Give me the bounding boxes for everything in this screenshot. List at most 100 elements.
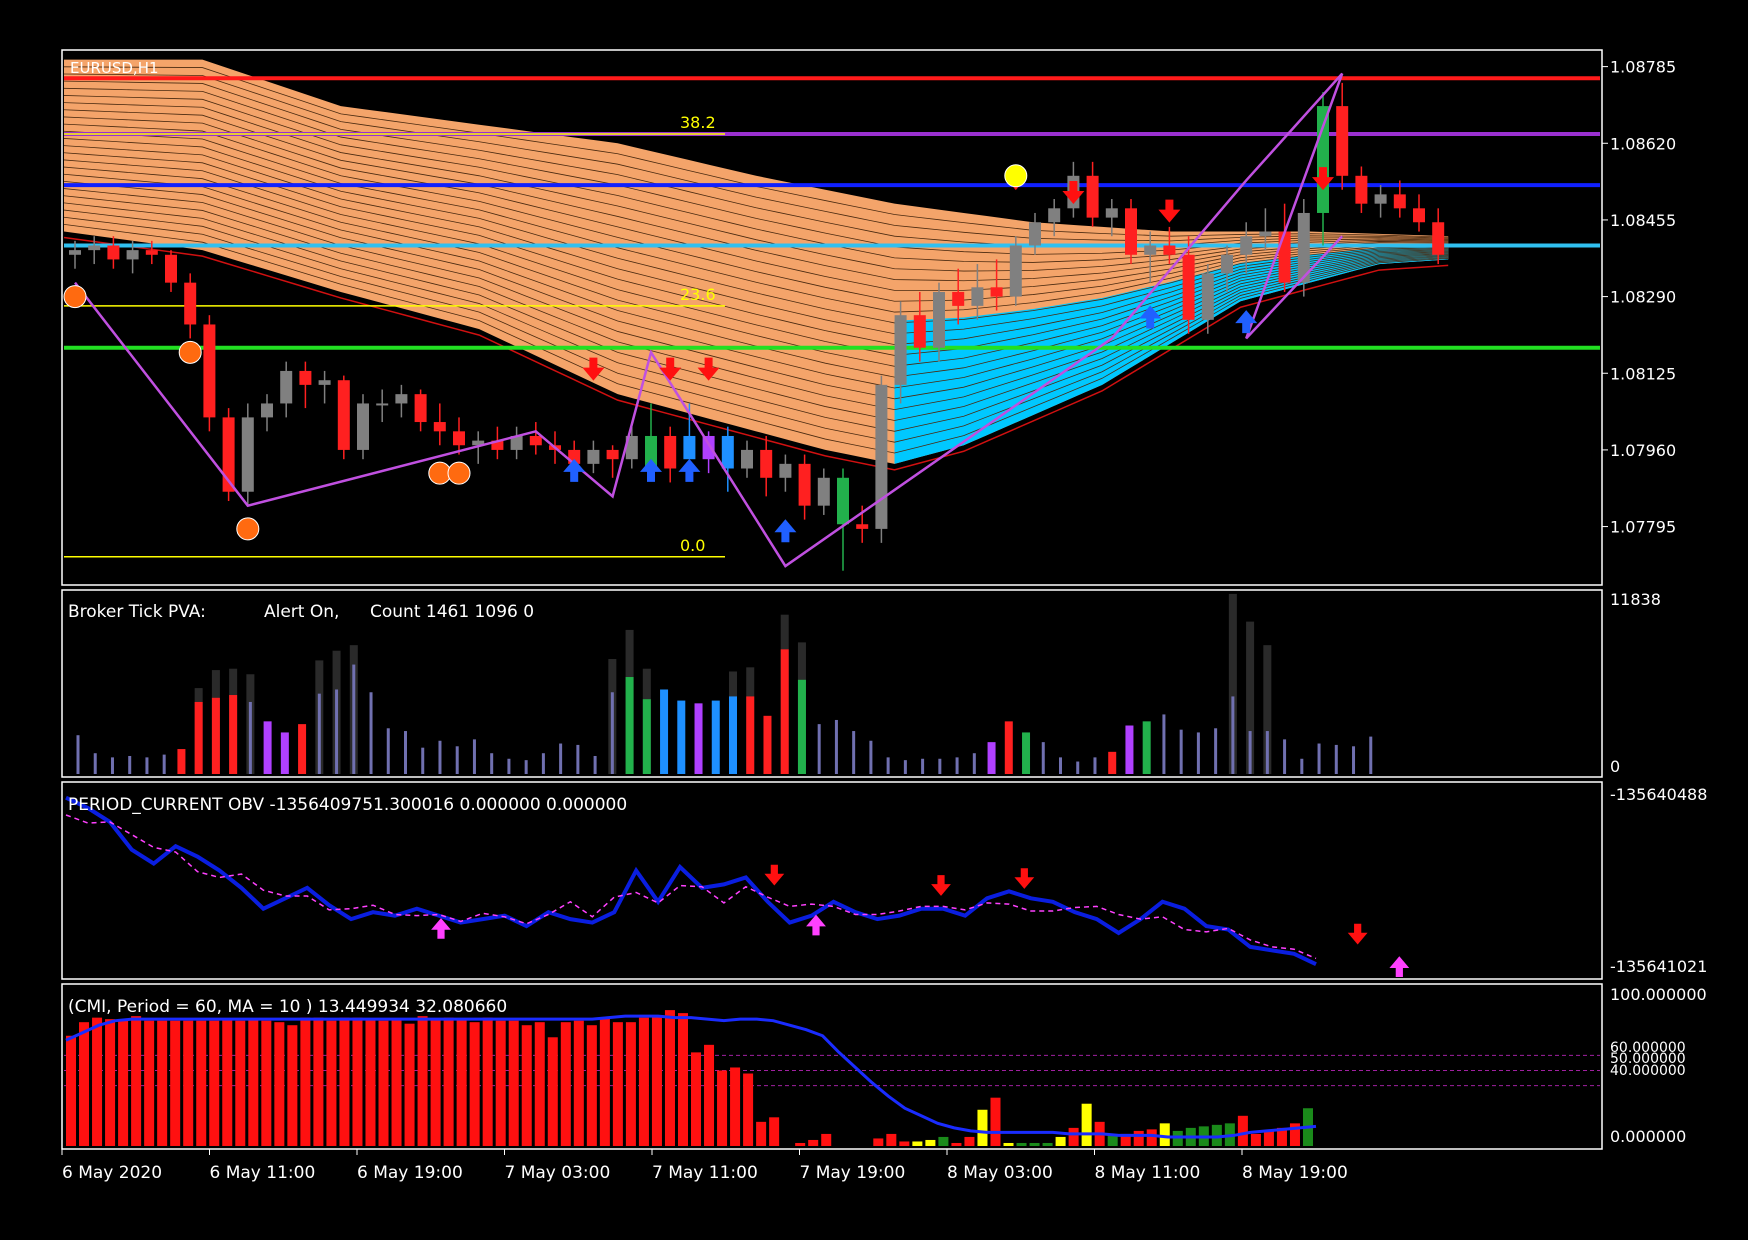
candle-body [395, 394, 408, 404]
candle-body [683, 435, 696, 460]
cmi-bar [560, 1022, 571, 1146]
cmi-bar [691, 1052, 702, 1146]
time-axis-label: 7 May 03:00 [505, 1163, 611, 1183]
pva-bar [524, 760, 528, 774]
cmi-bar [209, 1020, 220, 1146]
signal-circle [1004, 164, 1028, 188]
trading-chart[interactable]: 38.2 23.6 0.0 1.08785 1.08620 1.08455 1.08290… [0, 0, 1748, 1240]
candle-body [299, 370, 312, 385]
pva-axis-top: 11838 [1610, 590, 1661, 609]
cmi-bar [951, 1142, 962, 1146]
pva-alert: Alert On, [264, 602, 339, 622]
pva-bar [625, 677, 634, 774]
cmi-bar [1003, 1142, 1014, 1146]
pva-bar [1022, 732, 1031, 774]
candle-body [126, 250, 139, 260]
candle-body [88, 245, 101, 251]
pva-bar [1317, 743, 1321, 774]
obv-axis-top: -135640488 [1610, 785, 1707, 804]
time-axis-label: 6 May 2020 [62, 1163, 162, 1183]
cmi-bar [821, 1133, 832, 1146]
pva-axis-bottom: 0 [1610, 757, 1620, 776]
pva-bar [1162, 714, 1166, 774]
candle-body [606, 449, 619, 460]
pva-bar [194, 701, 203, 774]
cmi-bar [105, 1019, 116, 1146]
pva-bar [1231, 696, 1235, 774]
pva-bar [280, 732, 289, 774]
candle-body [1259, 231, 1272, 237]
pva-bar [1076, 761, 1080, 774]
cmi-bar [1133, 1130, 1144, 1146]
candle-body [837, 477, 849, 525]
pva-bar [1108, 751, 1117, 774]
pva-bar [694, 703, 703, 774]
pva-bar [711, 700, 720, 774]
candle-body [856, 524, 869, 529]
candle-body [1413, 208, 1425, 223]
cmi-bar [938, 1136, 949, 1146]
pva-bar [729, 696, 737, 774]
cmi-bar [990, 1097, 1001, 1146]
cmi-bar [899, 1141, 910, 1146]
cmi-bar [743, 1073, 754, 1146]
candle-body [933, 291, 945, 348]
cmi-bar [352, 1017, 363, 1146]
candle-body [1029, 222, 1041, 246]
cmi-bar [573, 1020, 584, 1146]
pva-bar [128, 755, 132, 774]
pva-bar [455, 746, 459, 774]
time-axis-label: 6 May 19:00 [357, 1163, 463, 1183]
cmi-bar [1042, 1142, 1053, 1146]
cmi-bar [756, 1121, 767, 1146]
pva-bar [852, 731, 856, 774]
candle-body [241, 417, 254, 492]
pva-bar [335, 689, 339, 774]
candle-body [184, 282, 197, 325]
cmi-bar [1250, 1133, 1261, 1146]
pva-bar [834, 719, 838, 774]
cmi-bar [378, 1020, 389, 1146]
cmi-bar [912, 1141, 923, 1146]
pva-bar [780, 649, 789, 774]
cmi-bar [131, 1016, 142, 1146]
cmi-bar [417, 1016, 428, 1146]
pva-bar [797, 679, 806, 774]
price-axis-label: 1.08290 [1610, 288, 1676, 307]
cmi-bar [1068, 1127, 1079, 1146]
cmi-bar [261, 1020, 272, 1146]
pva-bar [1196, 732, 1200, 774]
cmi-bar [313, 1017, 324, 1146]
cmi-bar [144, 1020, 155, 1146]
pva-bar [1214, 728, 1218, 774]
cmi-bar [1263, 1130, 1274, 1146]
cmi-bar [1016, 1142, 1027, 1146]
cmi-bar [482, 1017, 493, 1146]
cmi-bar [664, 1010, 675, 1146]
pva-bar [541, 753, 545, 774]
candle-body [433, 422, 446, 432]
pva-bar [386, 728, 390, 774]
candle-body [1048, 208, 1061, 223]
cmi-label: (CMI, Period = 60, MA = 10 ) 13.449934 3… [68, 997, 507, 1017]
pva-bar [1059, 757, 1062, 774]
cmi-bar [730, 1067, 741, 1146]
cmi-bar [300, 1017, 311, 1146]
candle-body [1105, 208, 1118, 218]
fib-label-1: 23.6 [680, 285, 716, 304]
cmi-bar [508, 1020, 519, 1146]
pva-label: Broker Tick PVA: [68, 602, 206, 622]
candle-body [913, 315, 926, 348]
pva-bar [1248, 731, 1252, 774]
cmi-bar [977, 1109, 988, 1146]
candle-body [414, 394, 427, 423]
cmi-axis-label: 0.000000 [1610, 1127, 1686, 1146]
pva-bar [763, 715, 772, 774]
cmi-bar [92, 1017, 103, 1146]
pva-bar [438, 740, 442, 774]
cmi-bar [118, 1020, 129, 1146]
candle-body [1374, 194, 1387, 204]
candle-body [1355, 175, 1368, 204]
candle-body [1086, 175, 1099, 218]
cmi-bar [222, 1019, 233, 1146]
